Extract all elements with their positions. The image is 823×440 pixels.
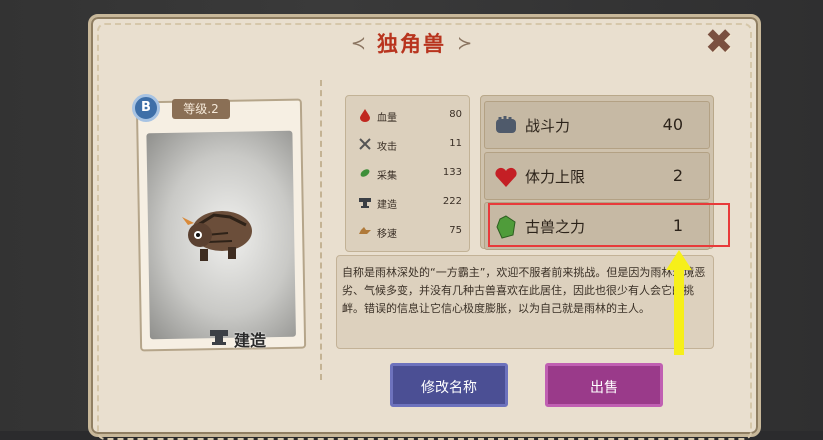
stat-name: 攻击 <box>377 142 397 153</box>
stat-name: 血量 <box>377 113 397 124</box>
rank-badge: B <box>132 94 160 122</box>
stat-name: 移速 <box>377 229 397 240</box>
column-divider <box>320 80 322 380</box>
level-tag: 等级.2 <box>172 99 230 119</box>
anvil-build-icon <box>359 198 371 208</box>
close-icon[interactable]: ✖ <box>703 25 735 59</box>
sell-button[interactable]: 出售 <box>545 363 663 407</box>
highlight-box <box>488 203 730 247</box>
power-value: 40 <box>662 115 683 134</box>
power-row-combat: 战斗力 40 <box>484 101 710 149</box>
stat-row-build: 建造 222 <box>350 191 466 215</box>
stat-name: 采集 <box>377 171 397 182</box>
stat-row-hp: 血量 80 <box>350 104 466 128</box>
monster-description: 自称是雨林深处的“一方霸主”，欢迎不服者前来挑战。但是因为雨林环境恶劣、气候多变… <box>342 266 706 315</box>
rename-button[interactable]: 修改名称 <box>390 363 508 407</box>
crossed-swords-icon <box>359 138 371 150</box>
title-bar: ≺ 独角兽 ≻ <box>0 28 823 58</box>
title-ornament-left: ≺ <box>350 33 366 54</box>
card-skill-label: 建造 <box>234 331 267 350</box>
stat-value: 80 <box>449 109 462 120</box>
power-name: 体力上限 <box>525 168 586 186</box>
stat-value: 222 <box>442 196 462 207</box>
stat-value: 75 <box>449 225 462 236</box>
stat-row-gather: 采集 133 <box>350 162 466 186</box>
wing-boot-speed-icon <box>359 227 371 234</box>
yellow-arrow-annotation <box>666 250 692 355</box>
stat-row-speed: 移速 75 <box>350 220 466 244</box>
title-ornament-right: ≻ <box>457 33 473 54</box>
page-title: 独角兽 <box>377 32 446 56</box>
fist-icon <box>496 116 516 133</box>
blood-drop-icon <box>360 109 370 122</box>
stat-value: 133 <box>442 167 462 178</box>
stat-row-attack: 攻击 11 <box>350 133 466 157</box>
anvil-icon <box>210 330 228 345</box>
stat-value: 11 <box>449 138 462 149</box>
stat-name: 建造 <box>377 200 397 211</box>
leaf-gather-icon <box>360 169 370 177</box>
heart-icon <box>495 167 517 187</box>
power-name: 战斗力 <box>525 117 571 135</box>
power-value: 2 <box>672 166 683 185</box>
monster-portrait <box>182 211 252 261</box>
power-row-stamina: 体力上限 2 <box>484 152 710 200</box>
